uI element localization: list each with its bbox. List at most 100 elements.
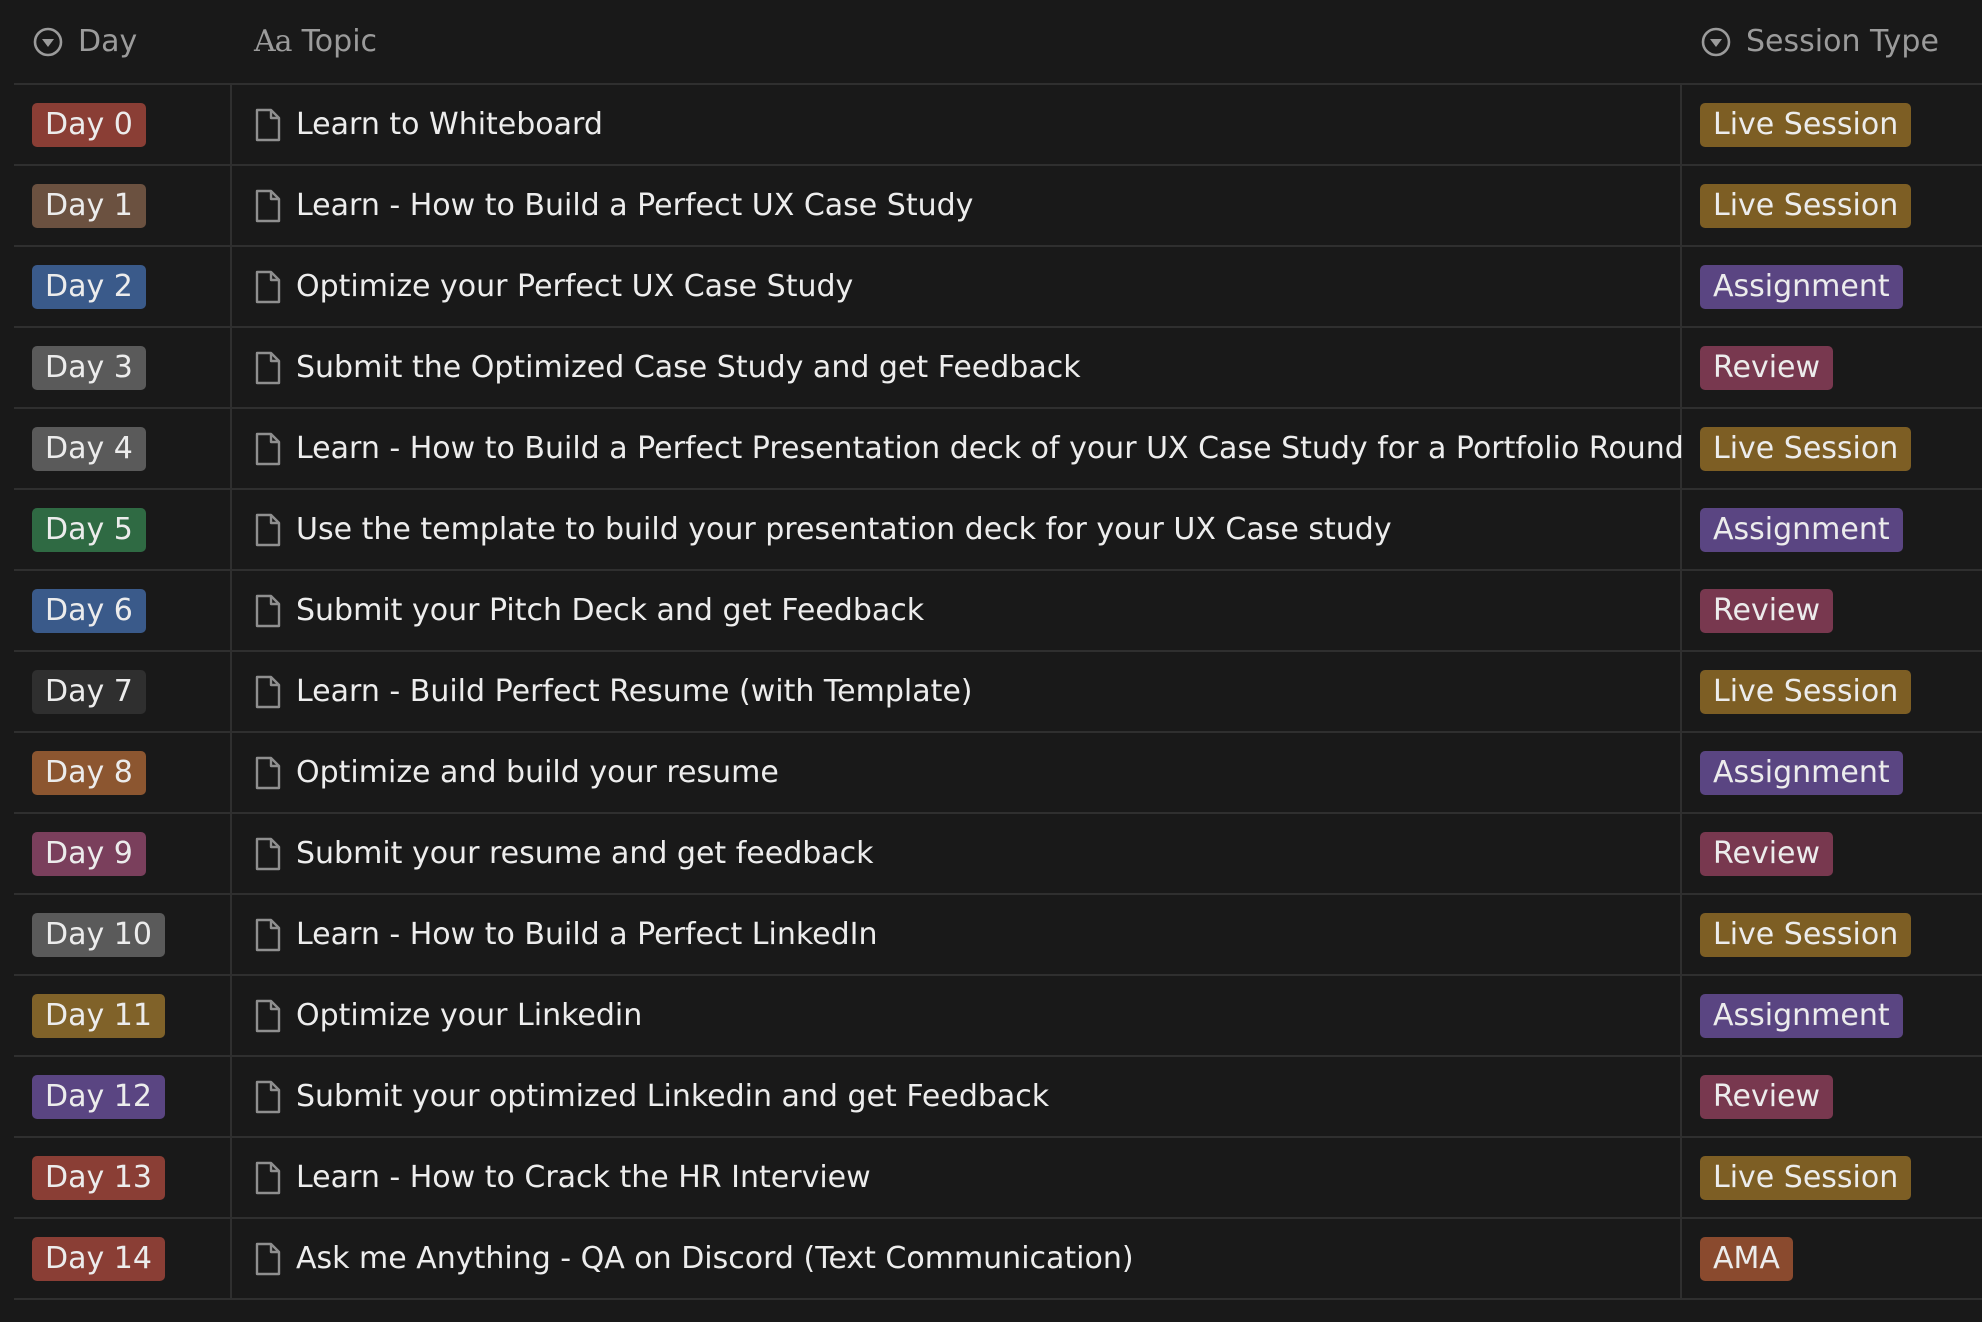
topic-title-link[interactable]: Use the template to build your presentat… (296, 512, 1392, 547)
session-type-column-label: Session Type (1746, 24, 1939, 59)
day-column-label: Day (78, 24, 138, 59)
page-icon (254, 756, 282, 790)
topic-cell[interactable]: Optimize your Perfect UX Case Study (232, 247, 1682, 326)
topic-cell[interactable]: Learn - How to Build a Perfect UX Case S… (232, 166, 1682, 245)
day-tag: Day 8 (32, 750, 146, 795)
session-type-tag: Live Session (1700, 102, 1912, 147)
day-cell[interactable]: Day 10 (14, 895, 232, 974)
day-tag: Day 10 (32, 912, 165, 957)
table-row[interactable]: Day 13 Learn - How to Crack the HR Inter… (14, 1138, 1982, 1219)
day-cell[interactable]: Day 6 (14, 571, 232, 650)
table-row[interactable]: Day 7 Learn - Build Perfect Resume (with… (14, 652, 1982, 733)
topic-column-header[interactable]: Aa Topic (232, 0, 1682, 83)
session-type-cell[interactable]: Assignment (1682, 733, 1982, 812)
session-type-tag: Assignment (1700, 993, 1903, 1038)
topic-title-link[interactable]: Optimize your Perfect UX Case Study (296, 269, 853, 304)
day-cell[interactable]: Day 12 (14, 1057, 232, 1136)
session-type-tag: Live Session (1700, 912, 1912, 957)
session-type-cell[interactable]: Assignment (1682, 247, 1982, 326)
table-body: Day 0 Learn to Whiteboard Live Session D… (14, 85, 1982, 1300)
topic-title-link[interactable]: Learn to Whiteboard (296, 107, 603, 142)
page-icon (254, 513, 282, 547)
topic-cell[interactable]: Submit your resume and get feedback (232, 814, 1682, 893)
session-type-cell[interactable]: Live Session (1682, 85, 1982, 164)
topic-cell[interactable]: Learn to Whiteboard (232, 85, 1682, 164)
topic-cell[interactable]: Ask me Anything - QA on Discord (Text Co… (232, 1219, 1682, 1298)
day-cell[interactable]: Day 8 (14, 733, 232, 812)
text-property-icon: Aa (254, 24, 293, 59)
day-cell[interactable]: Day 1 (14, 166, 232, 245)
session-type-tag: AMA (1700, 1236, 1793, 1281)
session-type-cell[interactable]: Live Session (1682, 1138, 1982, 1217)
table-row[interactable]: Day 2 Optimize your Perfect UX Case Stud… (14, 247, 1982, 328)
session-type-cell[interactable]: Live Session (1682, 652, 1982, 731)
topic-title-link[interactable]: Optimize your Linkedin (296, 998, 642, 1033)
topic-title-link[interactable]: Learn - Build Perfect Resume (with Templ… (296, 674, 973, 709)
page-icon (254, 270, 282, 304)
session-type-cell[interactable]: Review (1682, 1057, 1982, 1136)
table-row[interactable]: Day 12 Submit your optimized Linkedin an… (14, 1057, 1982, 1138)
topic-title-link[interactable]: Learn - How to Crack the HR Interview (296, 1160, 871, 1195)
topic-cell[interactable]: Learn - How to Crack the HR Interview (232, 1138, 1682, 1217)
session-type-cell[interactable]: Review (1682, 328, 1982, 407)
topic-cell[interactable]: Use the template to build your presentat… (232, 490, 1682, 569)
topic-cell[interactable]: Submit your Pitch Deck and get Feedback (232, 571, 1682, 650)
table-row[interactable]: Day 4 Learn - How to Build a Perfect Pre… (14, 409, 1982, 490)
day-cell[interactable]: Day 14 (14, 1219, 232, 1298)
session-type-tag: Assignment (1700, 750, 1903, 795)
topic-cell[interactable]: Learn - How to Build a Perfect Presentat… (232, 409, 1684, 488)
session-type-cell[interactable]: AMA (1682, 1219, 1982, 1298)
day-cell[interactable]: Day 9 (14, 814, 232, 893)
topic-cell[interactable]: Optimize and build your resume (232, 733, 1682, 812)
table-row[interactable]: Day 3 Submit the Optimized Case Study an… (14, 328, 1982, 409)
topic-cell[interactable]: Submit the Optimized Case Study and get … (232, 328, 1682, 407)
day-cell[interactable]: Day 4 (14, 409, 232, 488)
topic-title-link[interactable]: Learn - How to Build a Perfect LinkedIn (296, 917, 878, 952)
day-cell[interactable]: Day 11 (14, 976, 232, 1055)
table-row[interactable]: Day 5 Use the template to build your pre… (14, 490, 1982, 571)
session-type-tag: Assignment (1700, 507, 1903, 552)
database-table: Day Aa Topic Session Type Day 0 Learn to… (14, 0, 1982, 1300)
table-row[interactable]: Day 0 Learn to Whiteboard Live Session (14, 85, 1982, 166)
session-type-cell[interactable]: Assignment (1682, 490, 1982, 569)
day-cell[interactable]: Day 2 (14, 247, 232, 326)
table-row[interactable]: Day 1 Learn - How to Build a Perfect UX … (14, 166, 1982, 247)
day-column-header[interactable]: Day (14, 0, 232, 83)
topic-title-link[interactable]: Submit the Optimized Case Study and get … (296, 350, 1081, 385)
day-cell[interactable]: Day 5 (14, 490, 232, 569)
session-type-cell[interactable]: Live Session (1682, 166, 1982, 245)
table-row[interactable]: Day 10 Learn - How to Build a Perfect Li… (14, 895, 1982, 976)
topic-title-link[interactable]: Learn - How to Build a Perfect Presentat… (296, 431, 1684, 466)
session-type-cell[interactable]: Live Session (1682, 409, 1982, 488)
day-cell[interactable]: Day 0 (14, 85, 232, 164)
day-cell[interactable]: Day 7 (14, 652, 232, 731)
table-row[interactable]: Day 14 Ask me Anything - QA on Discord (… (14, 1219, 1982, 1300)
session-type-column-header[interactable]: Session Type (1682, 0, 1982, 83)
topic-cell[interactable]: Learn - How to Build a Perfect LinkedIn (232, 895, 1682, 974)
topic-title-link[interactable]: Submit your optimized Linkedin and get F… (296, 1079, 1049, 1114)
day-cell[interactable]: Day 3 (14, 328, 232, 407)
session-type-cell[interactable]: Review (1682, 814, 1982, 893)
table-row[interactable]: Day 11 Optimize your Linkedin Assignment (14, 976, 1982, 1057)
table-row[interactable]: Day 6 Submit your Pitch Deck and get Fee… (14, 571, 1982, 652)
session-type-cell[interactable]: Assignment (1682, 976, 1982, 1055)
topic-title-link[interactable]: Ask me Anything - QA on Discord (Text Co… (296, 1241, 1134, 1276)
session-type-tag: Live Session (1700, 1155, 1912, 1200)
topic-title-link[interactable]: Optimize and build your resume (296, 755, 779, 790)
session-type-tag: Review (1700, 345, 1834, 390)
day-cell[interactable]: Day 13 (14, 1138, 232, 1217)
topic-title-link[interactable]: Learn - How to Build a Perfect UX Case S… (296, 188, 973, 223)
table-row[interactable]: Day 9 Submit your resume and get feedbac… (14, 814, 1982, 895)
day-tag: Day 4 (32, 426, 146, 471)
topic-cell[interactable]: Learn - Build Perfect Resume (with Templ… (232, 652, 1682, 731)
session-type-cell[interactable]: Live Session (1682, 895, 1982, 974)
page-icon (254, 108, 282, 142)
topic-cell[interactable]: Submit your optimized Linkedin and get F… (232, 1057, 1682, 1136)
table-row[interactable]: Day 8 Optimize and build your resume Ass… (14, 733, 1982, 814)
topic-title-link[interactable]: Submit your resume and get feedback (296, 836, 874, 871)
topic-cell[interactable]: Optimize your Linkedin (232, 976, 1682, 1055)
page-icon (254, 675, 282, 709)
session-type-cell[interactable]: Review (1682, 571, 1982, 650)
page-icon (254, 918, 282, 952)
topic-title-link[interactable]: Submit your Pitch Deck and get Feedback (296, 593, 924, 628)
